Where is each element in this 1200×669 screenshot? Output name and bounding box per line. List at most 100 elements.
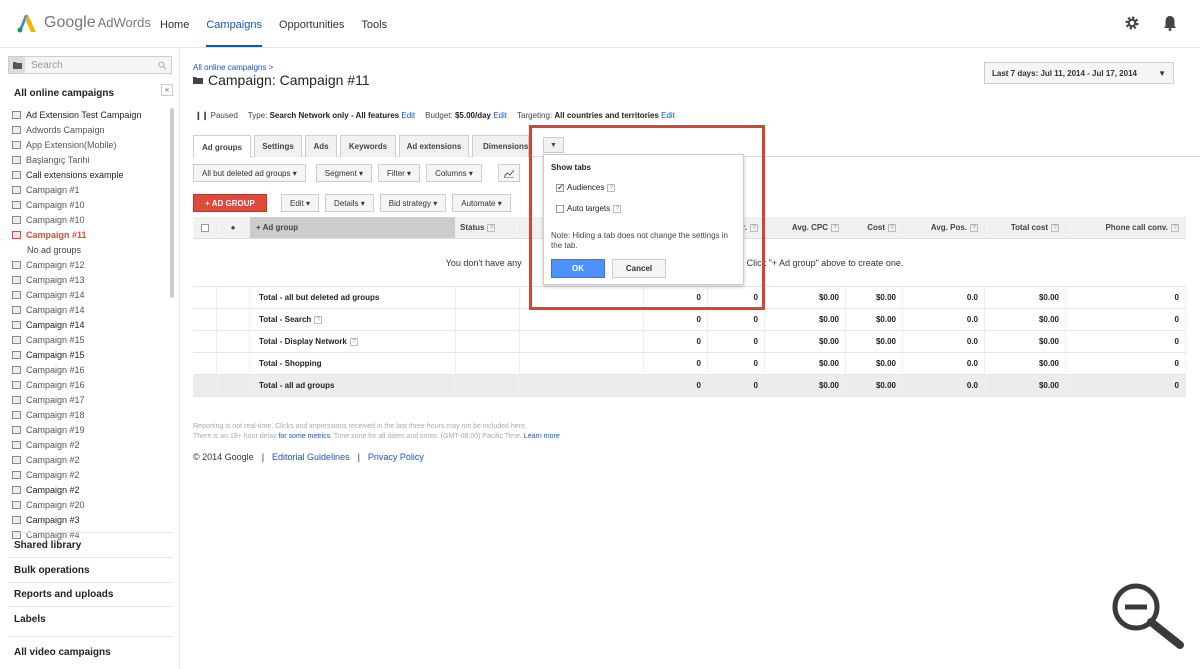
row-checkbox-cell [193, 375, 217, 396]
bid-strategy-dropdown[interactable]: Bid strategy ▾ [379, 194, 447, 212]
help-icon[interactable]: ? [349, 337, 358, 346]
sidebar-campaign-item[interactable]: Campaign #10 [12, 212, 164, 227]
sidebar-campaign-item[interactable]: No ad groups [12, 242, 164, 257]
all-video-campaigns-link[interactable]: All video campaigns [14, 647, 111, 658]
help-icon[interactable]: ? [314, 315, 323, 324]
reports-uploads-link[interactable]: Reports and uploads [14, 589, 113, 600]
campaign-icon [12, 200, 21, 209]
sidebar-campaign-item[interactable]: Campaign #20 [12, 497, 164, 512]
sidebar-campaign-item[interactable]: Campaign #13 [12, 272, 164, 287]
nav-campaigns[interactable]: Campaigns [206, 19, 262, 47]
filter-dropdown[interactable]: Filter ▾ [378, 164, 421, 182]
bulk-operations-link[interactable]: Bulk operations [14, 565, 90, 576]
learn-more-link[interactable]: Learn more [524, 433, 560, 440]
sidebar-campaign-item[interactable]: Campaign #1 [12, 182, 164, 197]
table-row: Total - Search? 0 0 $0.00 $0.00 0.0 $0.00 0 [193, 309, 1186, 331]
shared-library-link[interactable]: Shared library [14, 540, 81, 551]
sidebar-campaign-item[interactable]: Campaign #15 [12, 347, 164, 362]
add-ad-group-button[interactable]: + AD GROUP [193, 194, 267, 212]
edit-type-link[interactable]: Edit [401, 111, 415, 120]
sidebar-campaign-label: Campaign #2 [26, 484, 80, 495]
sidebar-campaign-item[interactable]: Campaign #10 [12, 197, 164, 212]
row-status-value [456, 309, 520, 330]
edit-targeting-link[interactable]: Edit [661, 111, 675, 120]
editorial-guidelines-link[interactable]: Editorial Guidelines [272, 452, 350, 462]
nav-tools[interactable]: Tools [361, 19, 387, 47]
gear-icon[interactable] [1124, 15, 1140, 31]
chart-toggle-button[interactable] [497, 164, 520, 182]
details-dropdown[interactable]: Details ▾ [325, 194, 374, 212]
breadcrumb[interactable]: All online campaigns > [193, 63, 273, 72]
search-icon[interactable] [158, 61, 167, 70]
sidebar-campaign-item[interactable]: Campaign #14 [12, 287, 164, 302]
tab-keywords[interactable]: Keywords [340, 135, 396, 157]
labels-link[interactable]: Labels [14, 614, 46, 625]
nav-opportunities[interactable]: Opportunities [279, 19, 344, 47]
tab-ads[interactable]: Ads [305, 135, 337, 157]
zoom-out-icon[interactable] [1110, 581, 1186, 649]
sidebar-campaign-item[interactable]: Campaign #19 [12, 422, 164, 437]
total-row-label: Total - Search? [250, 309, 456, 330]
automate-dropdown[interactable]: Automate ▾ [452, 194, 511, 212]
header-cost[interactable]: Cost? [846, 217, 903, 238]
collapse-sidebar-icon[interactable]: « [161, 84, 173, 96]
sidebar-campaign-item[interactable]: Campaign #3 [12, 512, 164, 527]
sidebar-campaign-item[interactable]: Ad Extension Test Campaign [12, 107, 164, 122]
bell-icon[interactable] [1162, 15, 1178, 31]
some-metrics-link[interactable]: for some metrics [278, 433, 330, 440]
sidebar-campaign-item[interactable]: Adwords Campaign [12, 122, 164, 137]
ad-group-filter-dropdown[interactable]: All but deleted ad groups ▾ [193, 164, 306, 182]
select-all-checkbox[interactable] [193, 217, 217, 238]
sidebar-campaign-item[interactable]: Campaign #12 [12, 257, 164, 272]
sidebar-campaign-item[interactable]: Başlangıç Tarihi [12, 152, 164, 167]
sidebar-campaign-item[interactable]: Campaign #14 [12, 317, 164, 332]
sidebar-campaign-item[interactable]: App Extension(Mobile) [12, 137, 164, 152]
tab-ad-extensions[interactable]: Ad extensions [399, 135, 469, 157]
sidebar-campaign-item[interactable]: Campaign #17 [12, 392, 164, 407]
tab-ad-groups[interactable]: Ad groups [193, 135, 251, 158]
search-placeholder: Search [31, 59, 63, 71]
folder-icon[interactable] [9, 57, 25, 73]
help-icon[interactable]: ? [1171, 223, 1179, 232]
sidebar-campaign-item[interactable]: Call extensions example [12, 167, 164, 182]
tab-dimensions[interactable]: Dimensions [472, 135, 529, 157]
privacy-policy-link[interactable]: Privacy Policy [368, 452, 424, 462]
sidebar-campaign-item[interactable]: Campaign #11 [12, 227, 164, 242]
status-paused[interactable]: ❙❙ Paused [195, 111, 238, 120]
edit-budget-link[interactable]: Edit [493, 111, 507, 120]
row-empty-cell [520, 353, 644, 374]
sidebar-scrollbar[interactable] [170, 108, 174, 298]
header-avg-pos[interactable]: Avg. Pos.? [903, 217, 985, 238]
google-adwords-logo[interactable]: Google AdWords [16, 12, 151, 34]
line-chart-icon [503, 169, 514, 178]
sidebar-campaign-item[interactable]: Campaign #2 [12, 452, 164, 467]
table-row: Total - all ad groups 0 0 $0.00 $0.00 0.0 $0.0… [193, 375, 1186, 397]
segment-dropdown[interactable]: Segment ▾ [315, 164, 373, 182]
sidebar-campaign-item[interactable]: Campaign #2 [12, 467, 164, 482]
sidebar-campaign-item[interactable]: Campaign #18 [12, 407, 164, 422]
help-icon[interactable]: ? [888, 223, 896, 232]
header-ad-group[interactable]: + Ad group [250, 217, 456, 238]
help-icon[interactable]: ? [970, 223, 978, 232]
help-icon[interactable]: ? [831, 223, 839, 232]
filter-toolbar: All but deleted ad groups ▾ Segment ▾ Fi… [193, 164, 520, 182]
edit-dropdown[interactable]: Edit ▾ [281, 194, 320, 212]
header-total-cost[interactable]: Total cost? [985, 217, 1066, 238]
all-online-campaigns-link[interactable]: All online campaigns [14, 88, 114, 99]
sidebar-campaign-item[interactable]: Campaign #15 [12, 332, 164, 347]
sidebar-campaign-item[interactable]: Campaign #16 [12, 377, 164, 392]
columns-dropdown[interactable]: Columns ▾ [426, 164, 482, 182]
header-phone-call-conv[interactable]: Phone call conv.? [1066, 217, 1186, 238]
tab-settings[interactable]: Settings [254, 135, 302, 157]
sidebar-campaign-item[interactable]: Campaign #14 [12, 302, 164, 317]
search-input[interactable]: Search [8, 56, 172, 74]
header-status[interactable]: Status? [456, 217, 520, 238]
help-icon[interactable]: ? [1051, 223, 1059, 232]
help-icon[interactable]: ? [487, 223, 496, 232]
sidebar-campaign-item[interactable]: Campaign #16 [12, 362, 164, 377]
sidebar-campaign-item[interactable]: Campaign #2 [12, 437, 164, 452]
sidebar-campaign-item[interactable]: Campaign #2 [12, 482, 164, 497]
nav-home[interactable]: Home [160, 19, 189, 47]
header-avg-cpc[interactable]: Avg. CPC? [765, 217, 846, 238]
date-range-selector[interactable]: Last 7 days: Jul 11, 2014 - Jul 17, 2014… [984, 62, 1174, 84]
